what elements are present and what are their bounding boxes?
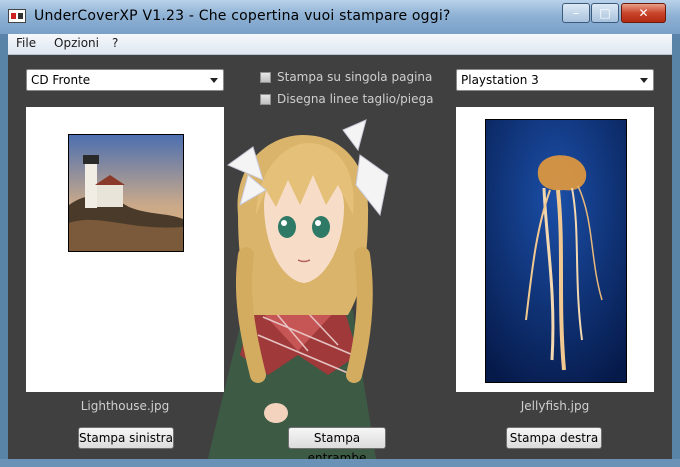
print-left-button[interactable]: Stampa sinistra — [78, 427, 174, 449]
close-icon: ✕ — [638, 6, 649, 20]
maximize-button[interactable]: □ — [591, 3, 619, 23]
left-cover-type-select[interactable]: CD Fronte — [26, 69, 224, 91]
window-bottom-border — [0, 459, 680, 467]
character-body — [208, 119, 389, 459]
right-preview-panel[interactable] — [456, 107, 654, 392]
undercover-app-icon[interactable] — [8, 9, 26, 23]
right-select-value: Playstation 3 — [461, 73, 539, 87]
title-bar[interactable]: UnderCoverXP V1.23 - Che copertina vuoi … — [0, 0, 680, 34]
lighthouse-image — [68, 134, 184, 252]
close-button[interactable]: ✕ — [621, 3, 666, 23]
menu-bar: File Opzioni ? — [8, 34, 672, 55]
chevron-down-icon — [640, 78, 648, 83]
menu-opzioni[interactable]: Opzioni — [54, 36, 99, 50]
menu-file[interactable]: File — [16, 36, 36, 50]
cut-lines-option[interactable]: Disegna linee taglio/piega — [260, 92, 434, 106]
left-filename: Lighthouse.jpg — [80, 399, 170, 413]
minimize-button[interactable]: – — [562, 3, 590, 23]
print-both-button[interactable]: Stampa entrambe — [288, 427, 386, 459]
single-page-checkbox[interactable] — [260, 71, 271, 83]
chevron-down-icon — [210, 78, 218, 83]
maximize-icon: □ — [599, 6, 611, 20]
window-title: UnderCoverXP V1.23 - Che copertina vuoi … — [34, 8, 451, 24]
app-window: UnderCoverXP V1.23 - Che copertina vuoi … — [0, 0, 680, 467]
single-page-label: Stampa su singola pagina — [277, 70, 433, 84]
right-filename: Jellyfish.jpg — [520, 399, 590, 413]
cut-lines-checkbox[interactable] — [260, 93, 271, 105]
menu-help[interactable]: ? — [112, 36, 118, 50]
print-right-button[interactable]: Stampa destra — [506, 427, 602, 449]
minimize-icon: – — [573, 6, 579, 20]
cut-lines-label: Disegna linee taglio/piega — [277, 92, 434, 106]
left-select-value: CD Fronte — [31, 73, 91, 87]
left-preview-panel[interactable] — [26, 107, 224, 392]
jellyfish-image — [485, 119, 627, 383]
client-area: CD Fronte Stampa su singola pagina Diseg… — [8, 55, 672, 459]
single-page-option[interactable]: Stampa su singola pagina — [260, 70, 432, 84]
right-cover-type-select[interactable]: Playstation 3 — [456, 69, 654, 91]
